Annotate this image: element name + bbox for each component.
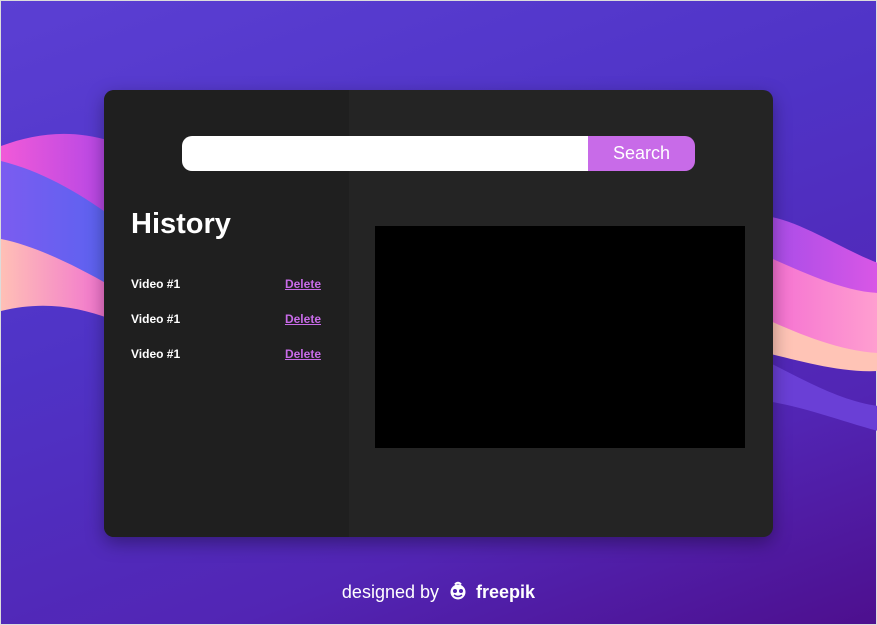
search-bar: Search [182,136,695,171]
delete-link[interactable]: Delete [285,277,321,291]
history-list: Video #1 Delete Video #1 Delete Video #1… [131,266,321,371]
history-item: Video #1 Delete [131,266,321,301]
credit-prefix: designed by [341,582,439,602]
search-button[interactable]: Search [588,136,695,171]
freepik-credit: designed by freepik [1,581,876,603]
main-card: Search History Video #1 Delete Video #1 … [104,90,773,537]
history-item: Video #1 Delete [131,301,321,336]
freepik-logo-icon [450,581,466,600]
history-item-label: Video #1 [131,346,181,361]
history-title: History [131,208,231,240]
search-input[interactable] [182,136,588,171]
video-player[interactable] [375,226,745,448]
delete-link[interactable]: Delete [285,347,321,361]
delete-link[interactable]: Delete [285,312,321,326]
history-item-label: Video #1 [131,276,181,291]
credit-brand: freepik [476,582,536,602]
history-item-label: Video #1 [131,311,181,326]
history-item: Video #1 Delete [131,336,321,371]
